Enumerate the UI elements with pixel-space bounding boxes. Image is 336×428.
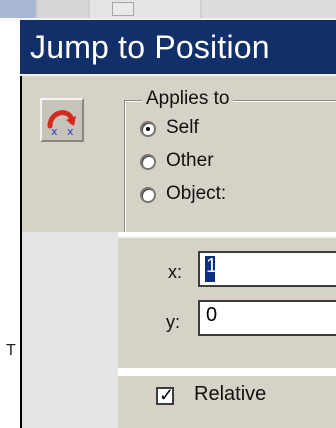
jump-arrow-icon: x x — [47, 110, 76, 138]
jump-to-position-icon: x x — [40, 98, 84, 142]
svg-text:x: x — [67, 125, 74, 138]
relative-label: Relative — [194, 383, 267, 405]
checkmark-icon: ✓ — [159, 385, 175, 405]
relative-checkbox[interactable]: ✓ — [156, 385, 175, 405]
applies-to-legend: Applies to — [142, 88, 234, 110]
background-strip-segment — [90, 0, 200, 18]
y-value: 0 — [206, 304, 218, 326]
radio-object-label: Object: — [166, 183, 227, 204]
lower-left-panel — [22, 232, 118, 428]
y-input[interactable]: 0 — [198, 300, 336, 336]
radio-self-label: Self — [166, 117, 199, 138]
background-strip-segment — [38, 0, 88, 18]
background-window-strip — [0, 0, 336, 19]
x-value: 1 — [206, 255, 218, 277]
radio-other[interactable] — [140, 154, 156, 170]
panel-highlight — [118, 236, 336, 238]
radio-object[interactable] — [140, 187, 156, 203]
left-edge-text: T — [6, 342, 16, 359]
applies-to-groupbox — [124, 100, 336, 240]
radio-selected-dot — [146, 127, 150, 131]
dialog-title-bar[interactable]: Jump to Position — [20, 18, 336, 76]
y-label: y: — [166, 312, 181, 332]
background-strip-segment — [0, 0, 36, 18]
svg-text:x: x — [51, 125, 58, 138]
radio-other-label: Other — [166, 150, 214, 171]
background-strip-segment — [202, 0, 336, 18]
x-label: x: — [168, 262, 183, 282]
radio-self[interactable] — [140, 121, 156, 137]
window-thumbnail-icon — [112, 2, 134, 16]
dialog-title: Jump to Position — [30, 29, 270, 65]
x-input[interactable]: 1 — [198, 251, 336, 287]
left-frame-edge — [0, 18, 22, 428]
